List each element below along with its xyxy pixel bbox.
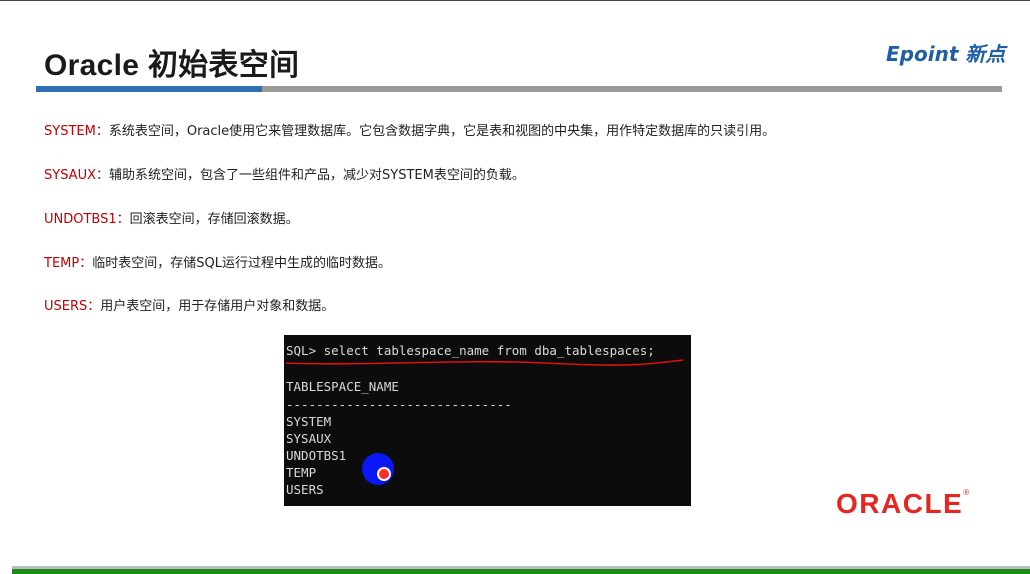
slide: Oracle 初始表空间 Epoint 新点 SYSTEM：系统表空间，Orac… [0,0,1030,574]
footer-bar [12,569,1030,574]
result-row: TEMP [286,465,317,480]
term-description: 用户表空间，用于存储用户对象和数据。 [100,299,335,314]
list-item-sysaux: SYSAUX：辅助系统空间，包含了一些组件和产品，减少对SYSTEM表空间的负载… [44,164,525,183]
term-colon: ： [79,256,93,271]
term-label: UNDOTBS1 [44,212,117,227]
result-row: SYSTEM [286,414,332,429]
term-label: SYSTEM [44,124,96,139]
sql-command: SQL> select tablespace_name from dba_tab… [286,343,655,358]
oracle-logo-text: ORACLE [836,488,964,519]
list-item-users: USERS：用户表空间，用于存储用户对象和数据。 [44,295,334,314]
term-colon: ： [95,124,109,139]
list-item-temp: TEMP：临时表空间，存储SQL运行过程中生成的临时数据。 [44,252,391,271]
top-border [0,0,1030,1]
list-item-undotbs1: UNDOTBS1：回滚表空间，存储回滚数据。 [44,208,299,227]
term-colon: ： [116,212,130,227]
term-colon: ： [96,168,110,183]
slide-title: Oracle 初始表空间 [44,49,300,82]
term-colon: ： [87,299,101,314]
term-description: 辅助系统空间，包含了一些组件和产品，减少对SYSTEM表空间的负载。 [109,168,525,183]
cursor-icon [377,467,391,481]
result-row: USERS [286,482,324,497]
term-label: USERS [44,299,88,314]
sql-terminal-screenshot: SQL> select tablespace_name from dba_tab… [284,335,691,506]
result-row: SYSAUX [286,431,332,446]
list-item-system: SYSTEM：系统表空间，Oracle使用它来管理数据库。它包含数据字典，它是表… [44,120,775,139]
term-description: 系统表空间，Oracle使用它来管理数据库。它包含数据字典，它是表和视图的中央集… [108,124,776,139]
term-description: 回滚表空间，存储回滚数据。 [129,212,299,227]
epoint-logo: Epoint 新点 [886,42,1006,66]
result-row: UNDOTBS1 [286,448,347,463]
term-description: 临时表空间，存储SQL运行过程中生成的临时数据。 [92,256,391,271]
registered-mark: ® [963,488,971,497]
title-rule-accent [36,86,262,92]
oracle-logo: ORACLE® [836,488,971,520]
column-separator: ------------------------------ [286,397,512,412]
term-label: SYSAUX [44,168,96,183]
term-label: TEMP [44,256,80,271]
red-underline-annotation [285,359,684,366]
column-header: TABLESPACE_NAME [286,379,399,394]
